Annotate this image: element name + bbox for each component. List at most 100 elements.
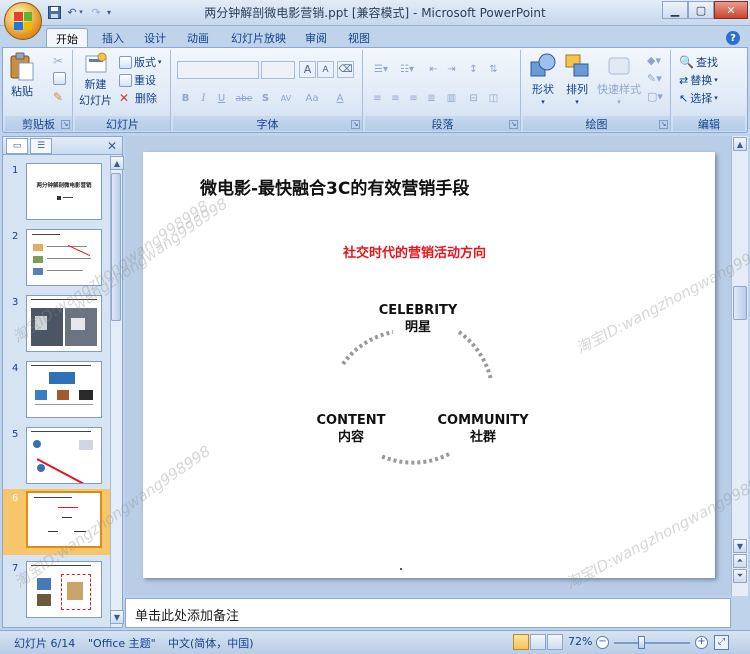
normal-view-icon[interactable] xyxy=(513,634,529,650)
shadow-button[interactable]: S xyxy=(257,90,274,107)
thumbnail-row[interactable]: 5 xyxy=(3,425,110,487)
align-text-icon[interactable]: ⊟ xyxy=(465,90,482,107)
slide-thumbnail[interactable] xyxy=(26,561,102,618)
paste-button[interactable]: 粘贴 xyxy=(9,52,35,99)
shape-effects-icon[interactable]: ▢▾ xyxy=(647,90,663,103)
format-painter-icon[interactable]: ✎ xyxy=(53,90,63,104)
undo-dropdown-icon[interactable]: ▾ xyxy=(76,4,86,20)
slideshow-icon[interactable] xyxy=(547,634,563,650)
clipboard-dialog-launcher[interactable]: ↘ xyxy=(61,120,70,129)
customize-toolbar-icon[interactable]: ▾ xyxy=(104,4,114,20)
current-slide[interactable]: 微电影-最快融合3C的有效营销手段 社交时代的营销活动方向 CELEBRITY … xyxy=(143,152,715,578)
maximize-button[interactable]: ▢ xyxy=(688,1,714,19)
numbering-icon[interactable]: ☷▾ xyxy=(395,61,419,78)
shapes-button[interactable]: 形状 ▾ xyxy=(529,52,557,106)
previous-slide-icon[interactable]: ⏶ xyxy=(733,554,747,568)
bold-button[interactable]: B xyxy=(177,90,194,107)
zoom-slider-thumb[interactable] xyxy=(637,636,645,649)
scroll-down-icon[interactable]: ▼ xyxy=(110,610,124,624)
outline-tab-icon[interactable]: ☰ xyxy=(30,138,52,154)
scroll-down-icon[interactable]: ▼ xyxy=(733,539,747,553)
tab-review[interactable]: 审阅 xyxy=(296,28,336,48)
align-left-icon[interactable]: ≡ xyxy=(369,90,386,107)
shape-fill-icon[interactable]: ◆▾ xyxy=(647,54,661,67)
minimize-button[interactable]: ▁ xyxy=(662,1,688,19)
tab-home[interactable]: 开始 xyxy=(46,28,88,48)
notes-pane[interactable]: 单击此处添加备注 xyxy=(125,598,731,628)
close-pane-icon[interactable]: ✕ xyxy=(107,139,117,153)
office-button[interactable] xyxy=(4,2,42,40)
justify-icon[interactable]: ≣ xyxy=(423,90,440,107)
slide-thumbnail[interactable] xyxy=(26,427,102,484)
thumbnail-row[interactable]: 4 xyxy=(3,359,110,421)
strikethrough-button[interactable]: abe xyxy=(233,90,255,107)
slide-thumbnail[interactable] xyxy=(26,361,102,418)
bullets-icon[interactable]: ☰▾ xyxy=(369,61,393,78)
change-case-button[interactable]: Aa xyxy=(301,90,323,107)
delete-button[interactable]: ✕ 删除 xyxy=(119,90,157,106)
node-community[interactable]: COMMUNITY 社群 xyxy=(431,412,535,446)
font-color-button[interactable]: A xyxy=(329,90,351,107)
slide-thumbnail[interactable]: 两分钟解剖微电影营销 xyxy=(26,163,102,220)
slide-thumbnail[interactable] xyxy=(26,229,102,286)
layout-button[interactable]: 版式 ▾ xyxy=(119,54,162,70)
thumbnail-row[interactable]: 3 xyxy=(3,293,110,355)
slide-sorter-icon[interactable] xyxy=(530,634,546,650)
copy-icon[interactable] xyxy=(53,72,66,85)
slides-tab-icon[interactable]: ▭ xyxy=(6,138,28,154)
scroll-thumb[interactable] xyxy=(111,173,121,321)
columns-icon[interactable]: ▥ xyxy=(443,90,460,107)
find-button[interactable]: 🔍 查找 xyxy=(679,54,718,70)
char-spacing-button[interactable]: AV xyxy=(275,90,297,107)
thumbnails-scrollbar[interactable]: ▲ ▼ xyxy=(110,155,124,627)
tab-animations[interactable]: 动画 xyxy=(178,28,218,48)
fit-to-window-icon[interactable]: ⤢ xyxy=(714,635,729,650)
zoom-out-icon[interactable]: − xyxy=(596,636,609,649)
tab-view[interactable]: 视图 xyxy=(339,28,379,48)
quick-styles-button[interactable]: 快速样式 ▾ xyxy=(597,52,641,106)
save-icon[interactable] xyxy=(46,4,62,20)
new-slide-button[interactable]: 新建 幻灯片 xyxy=(79,52,112,108)
node-content[interactable]: CONTENT 内容 xyxy=(309,412,393,446)
grow-font-button[interactable]: A xyxy=(299,61,316,78)
align-center-icon[interactable]: ≡ xyxy=(387,90,404,107)
scroll-up-icon[interactable]: ▲ xyxy=(733,137,747,151)
slide-scrollbar[interactable]: ▲ ▼ ⏶ ⏷ xyxy=(731,136,748,596)
tab-design[interactable]: 设计 xyxy=(135,28,175,48)
scroll-thumb[interactable] xyxy=(733,286,747,320)
shape-outline-icon[interactable]: ✎▾ xyxy=(647,72,662,85)
line-spacing-icon[interactable]: ↕ xyxy=(465,61,482,78)
thumbnail-row[interactable]: 7 xyxy=(3,559,110,621)
font-dialog-launcher[interactable]: ↘ xyxy=(351,120,360,129)
drawing-dialog-launcher[interactable]: ↘ xyxy=(659,120,668,129)
align-right-icon[interactable]: ≡ xyxy=(405,90,422,107)
paragraph-dialog-launcher[interactable]: ↘ xyxy=(509,120,518,129)
tab-slideshow[interactable]: 幻灯片放映 xyxy=(222,28,295,48)
node-celebrity[interactable]: CELEBRITY 明星 xyxy=(375,302,461,336)
replace-button[interactable]: ⇄ 替换 ▾ xyxy=(679,72,718,88)
zoom-level[interactable]: 72% xyxy=(568,635,592,648)
zoom-slider[interactable] xyxy=(614,636,690,649)
text-direction-icon[interactable]: ⇅ xyxy=(485,61,502,78)
thumbnail-row[interactable]: 1 两分钟解剖微电影营销 xyxy=(3,161,110,223)
thumbnail-row[interactable]: 2 xyxy=(3,227,110,289)
increase-indent-icon[interactable]: ⇥ xyxy=(443,61,460,78)
notes-placeholder[interactable]: 单击此处添加备注 xyxy=(135,605,239,624)
italic-button[interactable]: I xyxy=(195,90,212,107)
tab-insert[interactable]: 插入 xyxy=(93,28,133,48)
cut-icon[interactable]: ✂ xyxy=(53,54,63,68)
close-button[interactable]: ✕ xyxy=(714,1,748,19)
slide-thumbnail-selected[interactable] xyxy=(26,491,102,548)
shrink-font-button[interactable]: A xyxy=(317,61,334,78)
underline-button[interactable]: U xyxy=(213,90,230,107)
reset-button[interactable]: 重设 xyxy=(119,72,156,88)
font-size-select[interactable] xyxy=(261,61,295,79)
font-name-select[interactable] xyxy=(177,61,259,79)
zoom-in-icon[interactable]: + xyxy=(695,636,708,649)
scroll-up-icon[interactable]: ▲ xyxy=(110,156,124,170)
slide-thumbnail[interactable] xyxy=(26,295,102,352)
select-button[interactable]: ↖ 选择 ▾ xyxy=(679,90,718,106)
arrange-button[interactable]: 排列 ▾ xyxy=(563,52,591,106)
thumbnail-row-selected[interactable]: 6 xyxy=(3,489,110,555)
clear-format-icon[interactable]: ⌫ xyxy=(337,61,354,78)
